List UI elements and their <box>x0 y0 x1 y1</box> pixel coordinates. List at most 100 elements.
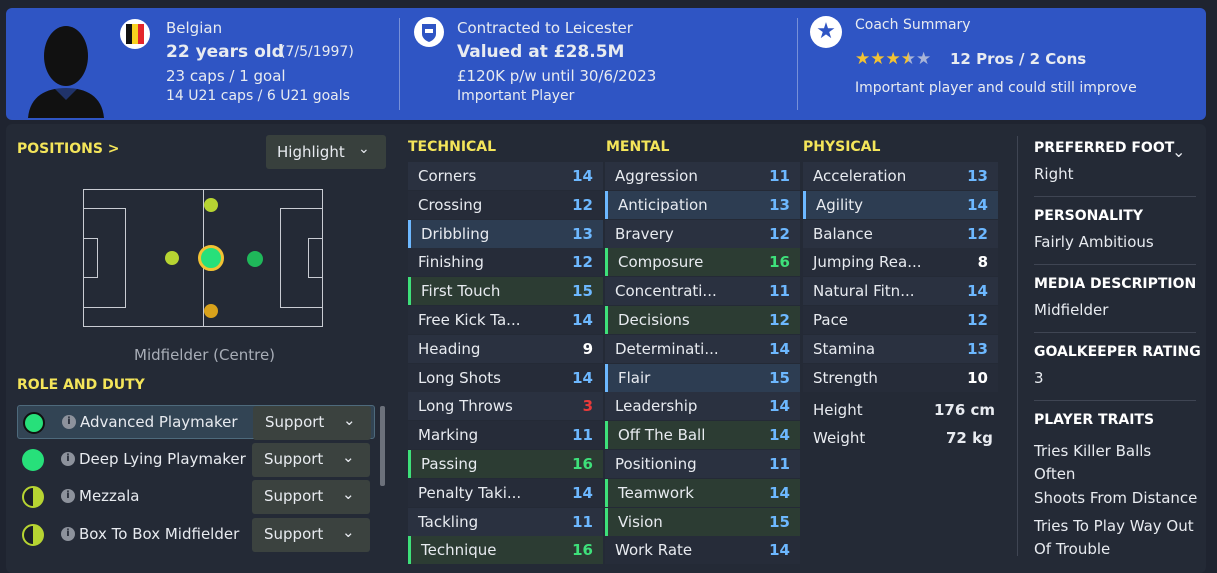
roles-scrollbar[interactable] <box>380 406 385 486</box>
goalkeeper-rating-value: 3 <box>1034 369 1044 387</box>
date-of-birth: (7/5/1997) <box>280 44 354 60</box>
attribute-row[interactable]: Technique 16 <box>408 536 603 565</box>
attribute-row[interactable]: Tackling 11 <box>408 507 603 536</box>
info-icon[interactable]: i <box>62 415 76 429</box>
attribute-row[interactable]: Agility 14 <box>803 190 998 219</box>
attribute-row[interactable]: Jumping Rea... 8 <box>803 248 998 277</box>
role-item[interactable]: i Mezzala Support ⌄ <box>17 480 375 514</box>
contract-status[interactable]: Contracted to Leicester <box>457 19 633 37</box>
attribute-row[interactable]: Penalty Taki... 14 <box>408 478 603 507</box>
attribute-row[interactable]: Vision 15 <box>605 507 800 536</box>
club-badge-icon[interactable] <box>414 17 444 47</box>
attribute-row[interactable]: Determinati... 14 <box>605 334 800 363</box>
position-dot-mc <box>198 245 224 271</box>
info-icon[interactable]: i <box>61 452 75 466</box>
info-icon[interactable]: i <box>61 527 75 541</box>
attribute-row[interactable]: Leadership 14 <box>605 392 800 421</box>
attribute-name: Aggression <box>615 167 698 185</box>
attribute-name: Finishing <box>418 253 484 272</box>
attribute-name: Agility <box>816 195 864 214</box>
attribute-value: 12 <box>572 253 593 272</box>
role-item[interactable]: i Deep Lying Playmaker Support ⌄ <box>17 443 375 477</box>
duty-dropdown[interactable]: Support ⌄ <box>252 443 370 477</box>
role-duty-title: ROLE AND DUTY <box>17 377 145 393</box>
attribute-row[interactable]: Corners 14 <box>408 162 603 190</box>
attribute-row[interactable]: Crossing 12 <box>408 190 603 219</box>
attribute-value: 12 <box>769 224 790 243</box>
attribute-name: Heading <box>418 339 481 358</box>
goalkeeper-rating-label: GOALKEEPER RATING <box>1034 344 1201 360</box>
attribute-value: 14 <box>769 339 790 358</box>
attribute-row[interactable]: Off The Ball 14 <box>605 421 800 450</box>
role-item[interactable]: i Box To Box Midfielder Support ⌄ <box>17 518 375 552</box>
attribute-value: 9 <box>582 339 593 358</box>
attribute-value: 14 <box>769 397 790 416</box>
mental-title: MENTAL <box>606 139 670 155</box>
attribute-row[interactable]: Positioning 11 <box>605 450 800 478</box>
attribute-row[interactable]: Flair 15 <box>605 363 800 392</box>
personality-value: Fairly Ambitious <box>1034 233 1154 251</box>
duty-dropdown[interactable]: Support ⌄ <box>252 518 370 552</box>
role-name: Mezzala <box>79 487 140 505</box>
attribute-row[interactable]: Dribbling 13 <box>408 219 603 248</box>
chevron-down-icon[interactable]: ⌄ <box>1172 142 1185 161</box>
attribute-row[interactable]: Pace 12 <box>803 306 998 334</box>
attribute-value: 15 <box>769 368 790 387</box>
attribute-name: Balance <box>813 224 873 243</box>
media-description-label: MEDIA DESCRIPTION <box>1034 276 1197 292</box>
coach-summary-text: Important player and could still improve <box>855 80 1137 96</box>
role-name: Advanced Playmaker <box>80 413 238 431</box>
role-suitability-icon <box>22 524 44 546</box>
attribute-value: 14 <box>967 282 988 301</box>
role-suitability-icon <box>22 449 44 471</box>
attribute-name: Long Shots <box>418 368 501 387</box>
attribute-row[interactable]: Heading 9 <box>408 334 603 363</box>
pros-cons[interactable]: 12 Pros / 2 Cons <box>950 50 1086 68</box>
attribute-row[interactable]: Concentrati... 11 <box>605 277 800 306</box>
info-icon[interactable]: i <box>61 489 75 503</box>
attribute-row[interactable]: Marking 11 <box>408 421 603 450</box>
attribute-value: 14 <box>967 195 988 214</box>
attribute-value: 15 <box>572 282 593 301</box>
attribute-row[interactable]: Bravery 12 <box>605 219 800 248</box>
attribute-row[interactable]: Passing 16 <box>408 450 603 478</box>
attribute-row[interactable]: Stamina 13 <box>803 334 998 363</box>
attribute-value: 16 <box>769 253 790 272</box>
attribute-value: 16 <box>572 541 593 560</box>
positions-title[interactable]: POSITIONS > <box>17 141 120 157</box>
attribute-row[interactable]: Free Kick Ta... 14 <box>408 306 603 334</box>
attribute-row[interactable]: Teamwork 14 <box>605 478 800 507</box>
role-suitability-icon <box>23 412 45 434</box>
attribute-name: Bravery <box>615 224 674 243</box>
attribute-row[interactable]: Anticipation 13 <box>605 190 800 219</box>
attribute-name: Anticipation <box>618 195 708 214</box>
attribute-row[interactable]: Natural Fitn... 14 <box>803 277 998 306</box>
preferred-foot-label: PREFERRED FOOT <box>1034 140 1175 156</box>
attribute-name: Stamina <box>813 339 876 358</box>
height-value: 176 cm <box>934 401 996 419</box>
attribute-row[interactable]: Long Shots 14 <box>408 363 603 392</box>
duty-dropdown[interactable]: Support ⌄ <box>253 406 371 440</box>
squad-status: Important Player <box>457 88 575 104</box>
attribute-row[interactable]: Balance 12 <box>803 219 998 248</box>
attribute-row[interactable]: Composure 16 <box>605 248 800 277</box>
chevron-down-icon: ⌄ <box>342 485 355 503</box>
attribute-value: 14 <box>769 483 790 502</box>
attribute-value: 10 <box>967 368 988 387</box>
highlight-dropdown[interactable]: Highlight ⌄ <box>266 135 386 169</box>
attribute-row[interactable]: Decisions 12 <box>605 306 800 334</box>
role-item[interactable]: i Advanced Playmaker Support ⌄ <box>17 405 375 440</box>
attribute-name: First Touch <box>421 282 501 301</box>
duty-dropdown[interactable]: Support ⌄ <box>252 480 370 514</box>
attribute-row[interactable]: Long Throws 3 <box>408 392 603 421</box>
attribute-value: 13 <box>967 339 988 358</box>
attribute-row[interactable]: Work Rate 14 <box>605 536 800 565</box>
attribute-row[interactable]: Strength 10 <box>803 363 998 392</box>
attribute-row[interactable]: Acceleration 13 <box>803 162 998 190</box>
preferred-foot-value: Right <box>1034 165 1074 183</box>
attribute-row[interactable]: Aggression 11 <box>605 162 800 190</box>
duty-label: Support <box>264 525 324 543</box>
attribute-row[interactable]: Finishing 12 <box>408 248 603 277</box>
attribute-name: Teamwork <box>618 483 694 502</box>
attribute-row[interactable]: First Touch 15 <box>408 277 603 306</box>
